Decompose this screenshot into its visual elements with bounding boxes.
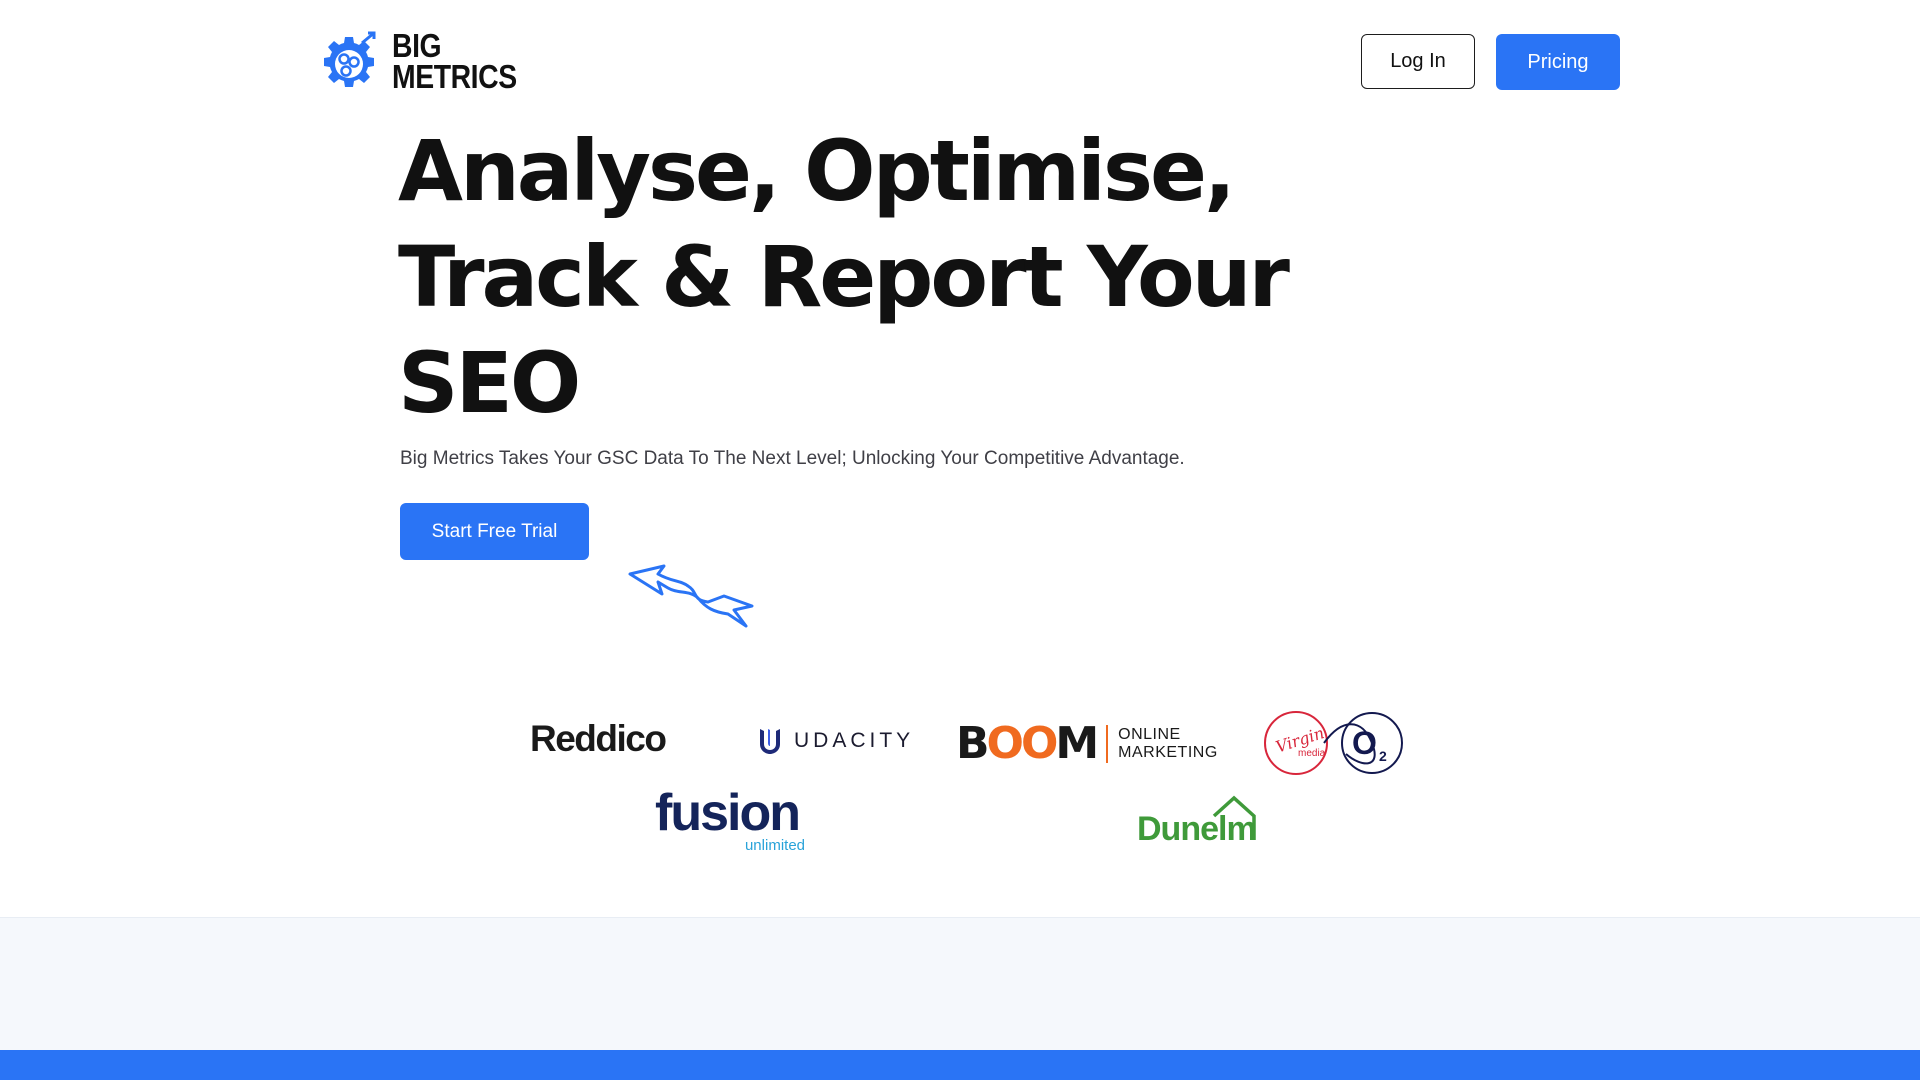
- dunelm-logo: Dunelm: [1137, 795, 1257, 846]
- virgin-media-o2-logo: Virgin media O 2: [1264, 711, 1403, 775]
- logo-line-1: BIG: [392, 27, 442, 64]
- logo-line-2: METRICS: [392, 58, 517, 95]
- fusion-unlimited: unlimited: [744, 837, 805, 854]
- hero-title-line-1: Analyse, Optimise,: [398, 122, 1236, 220]
- boom-tagline-1: ONLINE: [1118, 725, 1181, 743]
- squiggle-arrow-icon: [628, 564, 754, 628]
- udacity-u-icon: [760, 729, 780, 754]
- login-button[interactable]: Log In: [1361, 34, 1475, 89]
- udacity-logo: UDACITY: [756, 726, 914, 756]
- udacity-wordmark: UDACITY: [794, 729, 915, 752]
- o2-text: O: [1352, 725, 1377, 761]
- fusion-wordmark: fusion: [655, 784, 801, 842]
- hero-title: Analyse, Optimise, Track & Report Your S…: [398, 118, 1398, 436]
- reddico-logo: Reddico: [530, 718, 667, 759]
- boom-m: M: [1055, 718, 1099, 769]
- hero-title-line-2: Track & Report Your: [398, 228, 1290, 326]
- features-section-band: [0, 917, 1920, 1051]
- hero-title-line-3: SEO: [398, 334, 581, 432]
- gear-chart-icon: [324, 31, 376, 87]
- boom-divider: [1106, 724, 1109, 763]
- pricing-button[interactable]: Pricing: [1496, 34, 1620, 90]
- blue-section-band: [0, 1050, 1920, 1080]
- start-free-trial-button[interactable]: Start Free Trial: [400, 503, 589, 560]
- hero-subtitle: Big Metrics Takes Your GSC Data To The N…: [400, 448, 1185, 469]
- fusion-logo: fusion unlimited: [655, 784, 805, 854]
- brand-logo[interactable]: BIG METRICS: [318, 28, 518, 94]
- boom-b: B: [956, 718, 990, 769]
- boom-tagline: ONLINE MARKETING: [1118, 726, 1218, 762]
- o2-subscript: 2: [1379, 748, 1387, 764]
- boom-wordmark: BOOM: [956, 718, 1099, 769]
- media-text: media: [1298, 748, 1326, 759]
- boom-tagline-2: MARKETING: [1118, 743, 1218, 761]
- logo-wordmark: BIG METRICS: [392, 27, 517, 95]
- boom-oo: OO: [986, 718, 1059, 769]
- dunelm-wordmark: Dunelm: [1137, 810, 1256, 846]
- boom-logo: BOOM ONLINE MARKETING: [956, 718, 1218, 769]
